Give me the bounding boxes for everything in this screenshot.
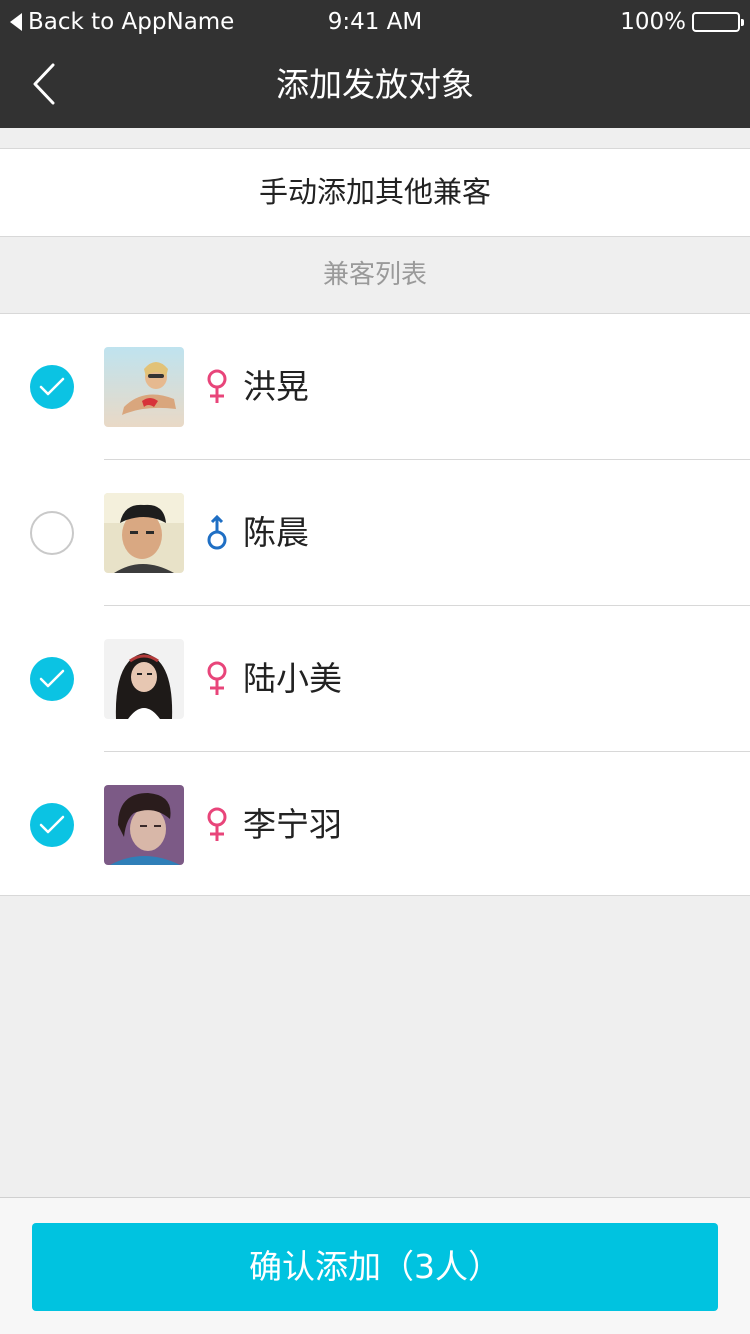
battery-percent: 100%: [620, 9, 686, 35]
checkbox-unchecked[interactable]: [30, 511, 74, 555]
list-item[interactable]: 李宁羽: [0, 752, 750, 898]
avatar: [104, 347, 184, 427]
avatar: [104, 785, 184, 865]
nav-back-button[interactable]: [22, 58, 66, 110]
avatar: [104, 639, 184, 719]
list-item[interactable]: 陈晨: [0, 460, 750, 606]
top-bar: Back to AppName 9:41 AM 100% 添加发放对象: [0, 0, 750, 128]
back-triangle-icon: [10, 13, 22, 31]
female-icon: [207, 661, 227, 695]
chevron-left-icon: [33, 63, 55, 105]
person-name: 陈晨: [243, 513, 309, 552]
checkmark-icon: [39, 377, 65, 396]
manual-add-button[interactable]: 手动添加其他兼客: [0, 148, 750, 237]
confirm-add-button[interactable]: 确认添加（3人）: [32, 1223, 718, 1311]
people-list: 洪晃 陈晨 陆小美 李宁羽: [0, 313, 750, 896]
section-header: 兼客列表: [322, 260, 427, 290]
avatar: [104, 493, 184, 573]
battery-status: 100%: [620, 6, 744, 38]
status-back-label: Back to AppName: [28, 9, 235, 35]
person-name: 洪晃: [243, 367, 309, 406]
list-item[interactable]: 洪晃: [0, 314, 750, 460]
list-item[interactable]: 陆小美: [0, 606, 750, 752]
checkbox-checked[interactable]: [30, 365, 74, 409]
bottom-bar: 确认添加（3人）: [0, 1197, 750, 1334]
female-icon: [207, 807, 227, 841]
female-icon: [207, 369, 227, 403]
status-back-to-app[interactable]: Back to AppName: [10, 6, 234, 38]
page-title: 添加发放对象: [276, 65, 474, 104]
checkbox-checked[interactable]: [30, 657, 74, 701]
male-icon: [207, 514, 227, 550]
checkmark-icon: [39, 815, 65, 834]
person-name: 陆小美: [243, 659, 342, 698]
checkmark-icon: [39, 669, 65, 688]
battery-icon: [692, 12, 744, 32]
person-name: 李宁羽: [243, 805, 342, 844]
checkbox-checked[interactable]: [30, 803, 74, 847]
